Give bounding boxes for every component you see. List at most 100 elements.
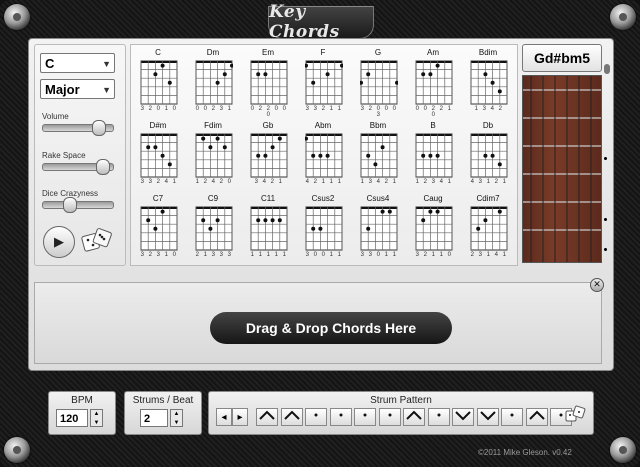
chord-diagram bbox=[305, 206, 343, 251]
chord-diagram bbox=[250, 133, 288, 178]
key-select[interactable]: C ▼ bbox=[40, 53, 115, 73]
chord-name: Bdim bbox=[478, 48, 498, 57]
chord-cell[interactable]: Bbm 1 3 4 2 1 bbox=[352, 121, 404, 187]
fretboard-strings bbox=[523, 76, 601, 262]
bpm-label: BPM bbox=[71, 395, 93, 406]
volume-slider-handle[interactable] bbox=[92, 120, 107, 136]
chord-cell[interactable]: D#m 3 3 2 4 1 bbox=[132, 121, 184, 187]
spin-up-icon[interactable]: ▲ bbox=[171, 410, 182, 419]
chord-cell[interactable]: G 3 2 0 0 0 3 bbox=[352, 48, 404, 118]
chord-name: B bbox=[430, 121, 436, 130]
strum-up-button[interactable] bbox=[525, 408, 548, 426]
strums-box: Strums / Beat 2 ▲ ▼ bbox=[124, 391, 202, 435]
chord-diagram bbox=[305, 60, 343, 105]
strums-input[interactable]: 2 bbox=[140, 409, 168, 427]
chord-cell[interactable]: Csus2 3 0 0 1 1 bbox=[297, 194, 349, 260]
strum-up-icon bbox=[258, 410, 276, 424]
chord-cell[interactable]: C7 3 2 3 1 0 bbox=[132, 194, 184, 260]
chord-cell[interactable]: B 1 2 3 4 1 bbox=[407, 121, 459, 187]
dice-icon[interactable] bbox=[564, 404, 586, 426]
chevron-down-icon: ▼ bbox=[102, 59, 111, 69]
chord-cell[interactable]: Em 0 2 2 0 0 0 bbox=[242, 48, 294, 118]
corner-screw-icon bbox=[4, 4, 30, 30]
chord-cell[interactable]: Gb 3 4 2 1 bbox=[242, 121, 294, 187]
chord-diagram bbox=[195, 206, 233, 251]
chord-cell[interactable]: Bdim 1 3 4 2 bbox=[462, 48, 514, 114]
volume-slider[interactable] bbox=[42, 120, 114, 136]
mode-select-value: Major bbox=[45, 82, 80, 97]
chord-name: C7 bbox=[152, 194, 164, 203]
key-select-value: C bbox=[45, 56, 55, 71]
fret-marker bbox=[604, 248, 607, 251]
chord-name: F bbox=[320, 48, 326, 57]
strum-down-button[interactable] bbox=[476, 408, 499, 426]
drop-chords-label: Drag & Drop Chords Here bbox=[210, 312, 452, 344]
chord-name: D#m bbox=[149, 121, 167, 130]
pattern-prev-button[interactable]: ◂ bbox=[216, 408, 232, 426]
dice-icon[interactable] bbox=[80, 226, 114, 256]
strum-up-icon bbox=[283, 410, 301, 424]
chord-cell[interactable]: C 3 2 0 1 0 bbox=[132, 48, 184, 114]
rake-space-slider[interactable] bbox=[42, 159, 114, 175]
chord-name: Gb bbox=[262, 121, 274, 130]
play-button[interactable]: ▶ bbox=[43, 226, 75, 258]
chord-cell[interactable]: Abm 4 2 1 1 1 bbox=[297, 121, 349, 187]
chord-name: Dm bbox=[206, 48, 220, 57]
chord-cell[interactable]: Cdim7 2 3 1 4 1 bbox=[462, 194, 514, 260]
chord-diagram bbox=[140, 133, 178, 178]
spin-down-icon[interactable]: ▼ bbox=[171, 419, 182, 428]
rake-space-slider-handle[interactable] bbox=[96, 159, 111, 175]
chord-diagram bbox=[360, 133, 398, 178]
chord-cell[interactable]: Caug 3 2 1 1 0 bbox=[407, 194, 459, 260]
chord-fingering: 1 2 3 4 1 bbox=[415, 179, 453, 185]
corner-screw-icon bbox=[610, 4, 636, 30]
chord-name: Am bbox=[427, 48, 439, 57]
chord-fingering: 3 3 2 4 1 bbox=[140, 179, 178, 185]
play-icon: ▶ bbox=[54, 234, 64, 249]
strum-rest-button[interactable] bbox=[378, 408, 401, 426]
strum-up-button[interactable] bbox=[403, 408, 425, 426]
bpm-box: BPM 120 ▲ ▼ bbox=[48, 391, 116, 435]
chord-diagram bbox=[250, 60, 288, 105]
strum-rest-button[interactable] bbox=[354, 408, 376, 426]
strum-up-button[interactable] bbox=[280, 408, 303, 426]
strum-down-icon bbox=[454, 411, 472, 424]
dice-crazyness-slider-handle[interactable] bbox=[63, 197, 78, 213]
chord-diagram bbox=[360, 206, 398, 251]
strum-rest-button[interactable] bbox=[427, 408, 450, 426]
strum-down-button[interactable] bbox=[452, 408, 474, 426]
rest-dot-icon bbox=[332, 413, 350, 424]
chord-cell[interactable]: C11 1 1 1 1 1 bbox=[242, 194, 294, 260]
chord-cell[interactable]: F 3 3 2 1 1 bbox=[297, 48, 349, 114]
strums-stepper[interactable]: ▲ ▼ bbox=[170, 409, 183, 427]
bpm-input[interactable]: 120 bbox=[56, 409, 88, 427]
chord-cell[interactable]: Fdim 1 2 4 2 0 bbox=[187, 121, 239, 187]
pattern-next-button[interactable]: ▸ bbox=[232, 408, 248, 426]
chord-diagram bbox=[360, 60, 398, 105]
mode-select[interactable]: Major ▼ bbox=[40, 79, 115, 99]
dice-crazyness-slider[interactable] bbox=[42, 197, 114, 213]
chord-diagram bbox=[140, 206, 178, 251]
chord-cell[interactable]: Csus4 3 3 0 1 1 bbox=[352, 194, 404, 260]
rest-dot-icon bbox=[356, 413, 374, 424]
close-icon[interactable]: ✕ bbox=[590, 278, 604, 292]
fretboard bbox=[522, 75, 602, 263]
chord-fingering: 1 3 4 2 1 bbox=[360, 179, 398, 185]
spin-up-icon[interactable]: ▲ bbox=[91, 410, 102, 419]
chord-cell[interactable]: Am 0 0 2 2 1 0 bbox=[407, 48, 459, 118]
strum-rest-button[interactable] bbox=[305, 408, 327, 426]
chord-cell[interactable]: Dm 0 0 2 3 1 bbox=[187, 48, 239, 114]
chord-fingering: 3 2 3 1 0 bbox=[140, 252, 178, 258]
strum-rest-button[interactable] bbox=[501, 408, 523, 426]
chord-cell[interactable]: C9 2 1 3 3 3 bbox=[187, 194, 239, 260]
strum-up-button[interactable] bbox=[256, 408, 278, 426]
spin-down-icon[interactable]: ▼ bbox=[91, 419, 102, 428]
strum-rest-button[interactable] bbox=[329, 408, 352, 426]
chord-fingering: 3 2 0 1 0 bbox=[140, 106, 178, 112]
chord-name: C11 bbox=[260, 194, 276, 203]
chord-diagram bbox=[195, 60, 233, 105]
strums-label: Strums / Beat bbox=[132, 395, 194, 406]
bpm-stepper[interactable]: ▲ ▼ bbox=[90, 409, 103, 427]
chevron-down-icon: ▼ bbox=[102, 85, 111, 95]
chord-cell[interactable]: Db 4 3 1 2 1 bbox=[462, 121, 514, 187]
